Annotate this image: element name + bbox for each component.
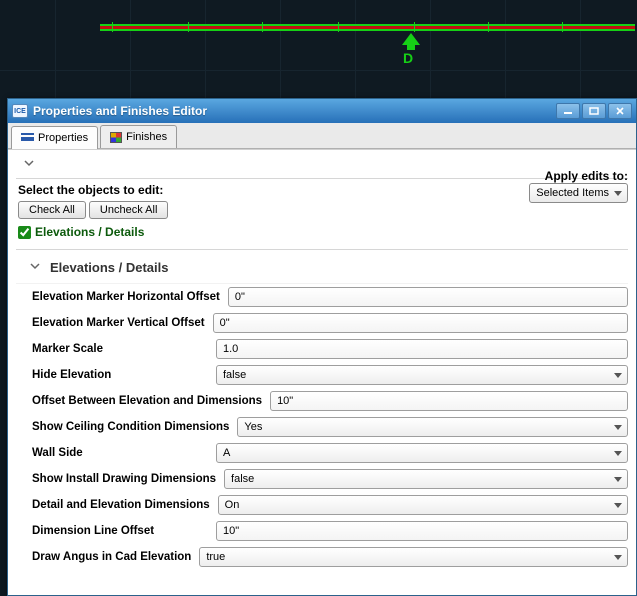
cad-grid [0, 0, 637, 100]
prop-label: Elevation Marker Horizontal Offset [32, 291, 220, 303]
content-area: Select the objects to edit: Apply edits … [8, 149, 636, 595]
show-install-select[interactable] [224, 469, 628, 489]
chevron-down-icon [24, 159, 34, 170]
prop-label: Draw Angus in Cad Elevation [32, 551, 191, 563]
cad-tick [188, 22, 189, 32]
prop-row-wall-side: Wall Side [24, 440, 628, 466]
prop-row-show-install: Show Install Drawing Dimensions [24, 466, 628, 492]
vert-offset-input[interactable] [213, 313, 628, 333]
minimize-button[interactable] [556, 103, 580, 119]
horiz-offset-input[interactable] [228, 287, 628, 307]
draw-angus-select[interactable] [199, 547, 628, 567]
prop-row-horiz-offset: Elevation Marker Horizontal Offset [24, 284, 628, 310]
prop-row-marker-scale: Marker Scale [24, 336, 628, 362]
elevations-details-checkbox-row[interactable]: Elevations / Details [18, 225, 628, 239]
elevations-details-checkbox[interactable] [18, 226, 31, 239]
elevation-marker-label[interactable]: D [403, 50, 413, 66]
prop-label: Hide Elevation [32, 369, 208, 381]
cad-tick [112, 22, 113, 32]
property-list: Elevation Marker Horizontal Offset Eleva… [24, 284, 628, 570]
section-header[interactable]: Elevations / Details [16, 254, 628, 284]
prop-row-detail-elev: Detail and Elevation Dimensions [24, 492, 628, 518]
tab-finishes[interactable]: Finishes [100, 125, 177, 148]
prop-label: Elevation Marker Vertical Offset [32, 317, 205, 329]
hide-elevation-select[interactable] [216, 365, 628, 385]
apply-edits-select[interactable]: Selected Items [529, 183, 628, 203]
prop-row-draw-angus: Draw Angus in Cad Elevation [24, 544, 628, 570]
tab-label: Properties [38, 132, 88, 144]
prop-label: Offset Between Elevation and Dimensions [32, 395, 262, 407]
show-ceiling-select[interactable] [237, 417, 628, 437]
chevron-down-icon [30, 262, 40, 273]
app-icon: ICE [12, 104, 28, 118]
cad-tick [414, 22, 415, 32]
finishes-icon [110, 132, 122, 143]
uncheck-all-button[interactable]: Uncheck All [89, 201, 168, 219]
dim-line-offset-input[interactable] [216, 521, 628, 541]
cad-tick [488, 22, 489, 32]
tabstrip: Properties Finishes [8, 123, 636, 149]
maximize-button[interactable] [582, 103, 606, 119]
cad-tick [338, 22, 339, 32]
prop-label: Dimension Line Offset [32, 525, 208, 537]
dialog-title: Properties and Finishes Editor [33, 104, 554, 118]
chevron-down-icon [614, 191, 622, 196]
prop-row-dim-line-offset: Dimension Line Offset [24, 518, 628, 544]
prop-label: Marker Scale [32, 343, 208, 355]
prop-label: Detail and Elevation Dimensions [32, 499, 210, 511]
prop-label: Wall Side [32, 447, 208, 459]
apply-edits-label: Apply edits to: [529, 169, 628, 183]
prop-row-vert-offset: Elevation Marker Vertical Offset [24, 310, 628, 336]
properties-dialog: ICE Properties and Finishes Editor Prope… [7, 98, 637, 596]
section-title: Elevations / Details [50, 260, 169, 275]
cad-tick [262, 22, 263, 32]
tab-properties[interactable]: Properties [11, 126, 98, 149]
marker-scale-input[interactable] [216, 339, 628, 359]
prop-row-hide-elevation: Hide Elevation [24, 362, 628, 388]
titlebar[interactable]: ICE Properties and Finishes Editor [8, 99, 636, 123]
prop-label: Show Install Drawing Dimensions [32, 473, 216, 485]
prop-row-offset-dims: Offset Between Elevation and Dimensions [24, 388, 628, 414]
elevations-details-label: Elevations / Details [35, 225, 144, 239]
offset-dims-input[interactable] [270, 391, 628, 411]
check-all-button[interactable]: Check All [18, 201, 86, 219]
detail-elev-select[interactable] [218, 495, 628, 515]
close-button[interactable] [608, 103, 632, 119]
properties-icon [21, 133, 34, 144]
tab-label: Finishes [126, 131, 167, 143]
prop-row-show-ceiling: Show Ceiling Condition Dimensions [24, 414, 628, 440]
cad-wall-line [100, 29, 635, 31]
apply-edits-value: Selected Items [536, 187, 609, 199]
cad-canvas[interactable]: D [0, 0, 637, 100]
wall-side-select[interactable] [216, 443, 628, 463]
prop-label: Show Ceiling Condition Dimensions [32, 421, 229, 433]
cad-tick [562, 22, 563, 32]
